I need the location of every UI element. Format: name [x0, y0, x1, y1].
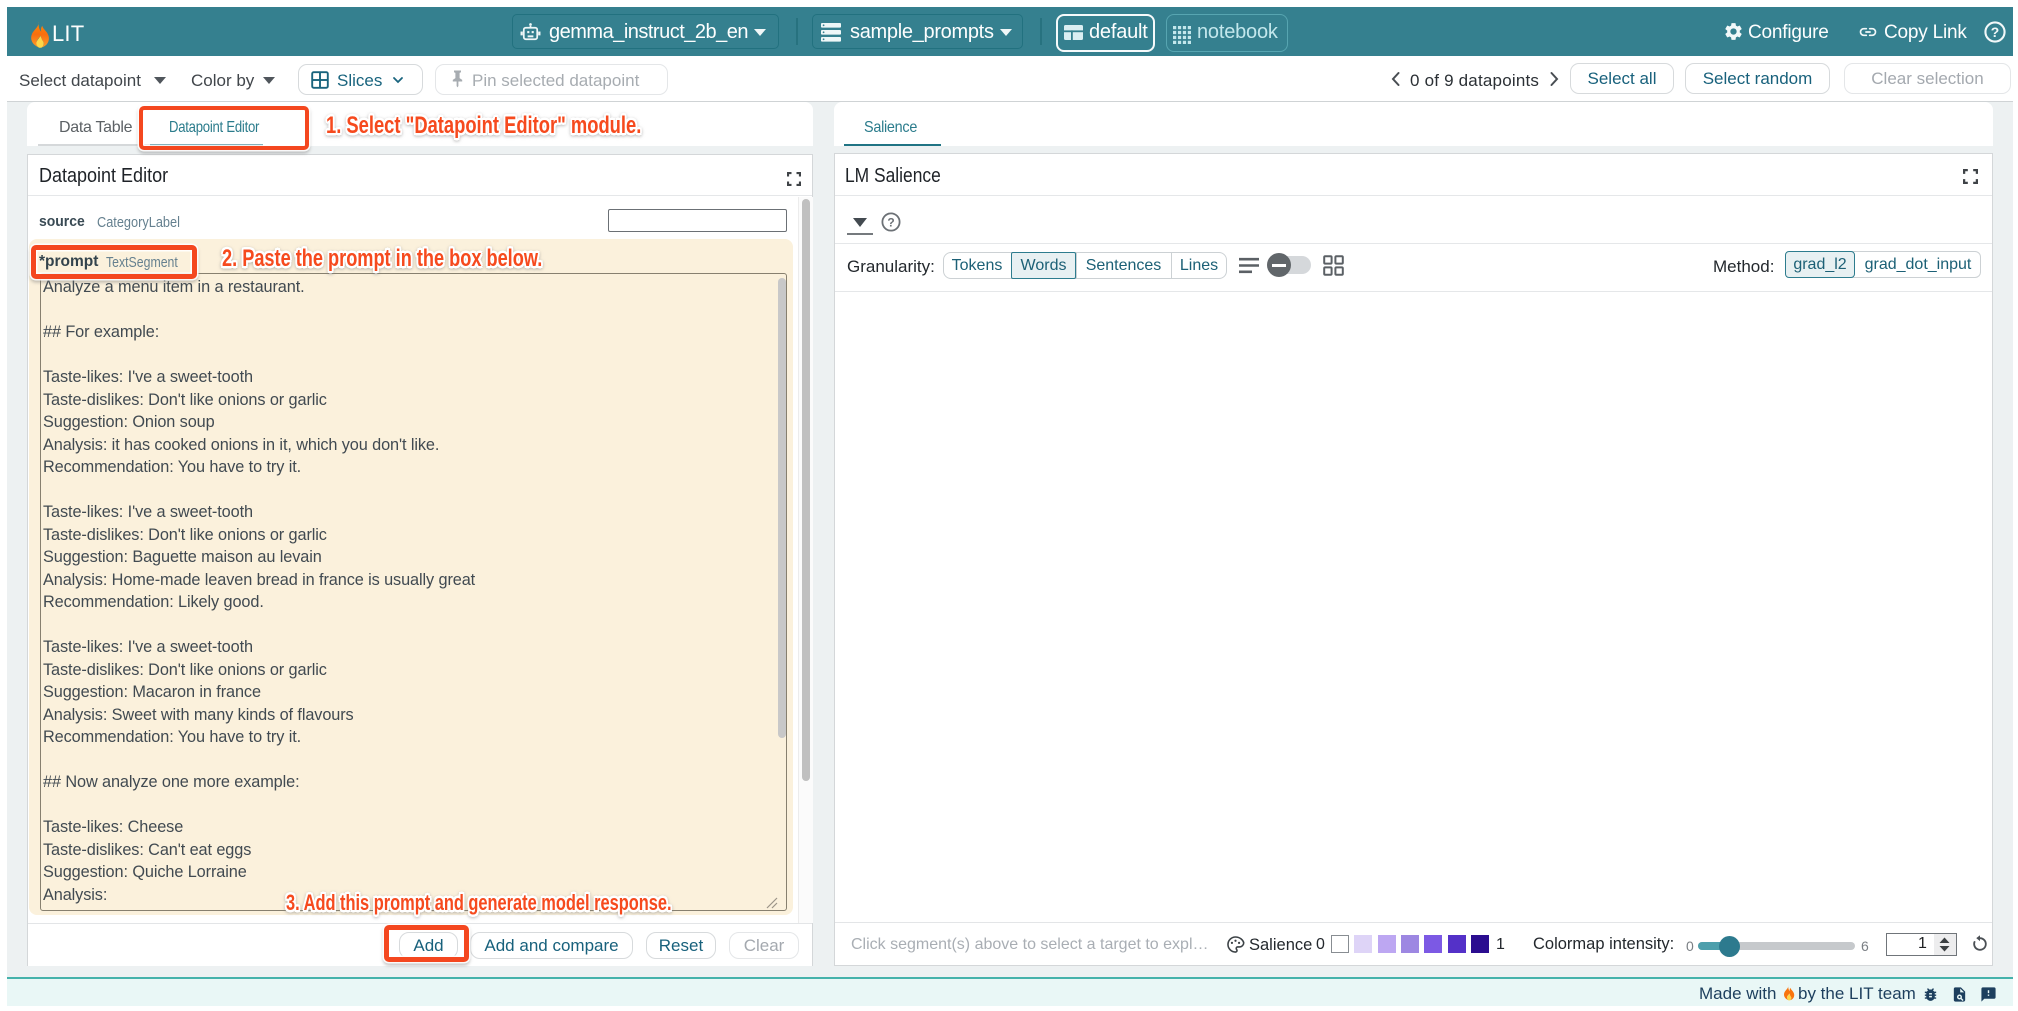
svg-text:?: ?: [887, 215, 894, 229]
svg-text:?: ?: [1991, 23, 1999, 39]
